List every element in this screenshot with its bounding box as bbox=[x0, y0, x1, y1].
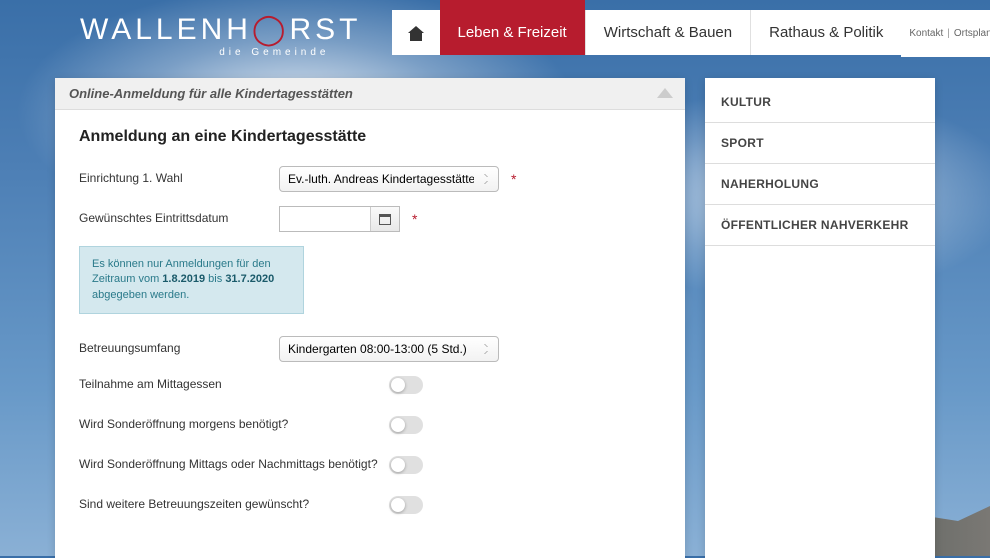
form-body: Anmeldung an eine Kindertagesstätte Einr… bbox=[55, 110, 685, 546]
label-lunch: Teilnahme am Mittagessen bbox=[79, 377, 389, 393]
logo-subtitle: die Gemeinde bbox=[80, 47, 362, 58]
separator: | bbox=[947, 28, 950, 39]
toggle-afternoon[interactable] bbox=[389, 456, 423, 474]
content-container: Online-Anmeldung für alle Kindertagesstä… bbox=[55, 78, 935, 558]
home-icon bbox=[408, 25, 424, 41]
top-links: Kontakt | Ortsplan | Sprache bbox=[901, 10, 990, 57]
select-scope[interactable]: Kindergarten 08:00-13:00 (5 Std.) bbox=[279, 336, 499, 362]
link-ortsplan[interactable]: Ortsplan bbox=[954, 28, 990, 39]
label-morning: Wird Sonderöffnung morgens benötigt? bbox=[79, 417, 389, 433]
site-header: WALLENH◯RST die Gemeinde Leben & Freizei… bbox=[0, 0, 990, 58]
toggle-additional[interactable] bbox=[389, 496, 423, 514]
row-morning: Wird Sonderöffnung morgens benötigt? bbox=[79, 416, 661, 434]
logo-brand: WALLENH◯RST bbox=[80, 15, 362, 45]
info-box: Es können nur Anmeldungen für den Zeitra… bbox=[79, 246, 304, 314]
link-kontakt[interactable]: Kontakt bbox=[909, 28, 943, 39]
calendar-icon bbox=[379, 214, 391, 225]
row-facility: Einrichtung 1. Wahl Ev.-luth. Andreas Ki… bbox=[79, 166, 661, 192]
required-icon: * bbox=[412, 211, 417, 227]
info-text: bis bbox=[205, 273, 225, 285]
sidebar-item-naherholung[interactable]: NAHERHOLUNG bbox=[705, 164, 935, 205]
label-scope: Betreuungsumfang bbox=[79, 341, 279, 357]
select-facility[interactable]: Ev.-luth. Andreas Kindertagesstätte bbox=[279, 166, 499, 192]
primary-nav: Leben & Freizeit Wirtschaft & Bauen Rath… bbox=[392, 10, 902, 55]
sidebar-item-nahverkehr[interactable]: ÖFFENTLICHER NAHVERKEHR bbox=[705, 205, 935, 246]
label-date: Gewünschtes Eintrittsdatum bbox=[79, 211, 279, 227]
collapse-icon[interactable] bbox=[657, 88, 673, 98]
row-date: Gewünschtes Eintrittsdatum * bbox=[79, 206, 661, 232]
toggle-morning[interactable] bbox=[389, 416, 423, 434]
nav-wrap: Leben & Freizeit Wirtschaft & Bauen Rath… bbox=[392, 10, 990, 57]
main-panel: Online-Anmeldung für alle Kindertagesstä… bbox=[55, 78, 685, 558]
label-afternoon: Wird Sonderöffnung Mittags oder Nachmitt… bbox=[79, 457, 389, 473]
nav-wirtschaft-bauen[interactable]: Wirtschaft & Bauen bbox=[585, 10, 750, 55]
row-afternoon: Wird Sonderöffnung Mittags oder Nachmitt… bbox=[79, 456, 661, 474]
form-title: Anmeldung an eine Kindertagesstätte bbox=[79, 128, 661, 146]
nav-rathaus-politik[interactable]: Rathaus & Politik bbox=[750, 10, 901, 55]
logo[interactable]: WALLENH◯RST die Gemeinde bbox=[80, 10, 362, 58]
info-date-to: 31.7.2020 bbox=[225, 273, 274, 285]
toggle-lunch[interactable] bbox=[389, 376, 423, 394]
label-facility: Einrichtung 1. Wahl bbox=[79, 171, 279, 187]
sidebar-item-kultur[interactable]: KULTUR bbox=[705, 82, 935, 123]
info-text: abgegeben werden. bbox=[92, 289, 189, 301]
panel-header[interactable]: Online-Anmeldung für alle Kindertagesstä… bbox=[55, 78, 685, 110]
required-icon: * bbox=[511, 171, 516, 187]
info-date-from: 1.8.2019 bbox=[162, 273, 205, 285]
nav-leben-freizeit[interactable]: Leben & Freizeit bbox=[440, 0, 585, 55]
button-datepicker[interactable] bbox=[370, 207, 399, 231]
row-lunch: Teilnahme am Mittagessen bbox=[79, 376, 661, 394]
sidebar-item-sport[interactable]: SPORT bbox=[705, 123, 935, 164]
input-date[interactable] bbox=[280, 207, 370, 231]
nav-home[interactable] bbox=[392, 10, 440, 55]
panel-title: Online-Anmeldung für alle Kindertagesstä… bbox=[69, 86, 353, 101]
row-additional: Sind weitere Betreuungszeiten gewünscht? bbox=[79, 496, 661, 514]
sidebar: KULTUR SPORT NAHERHOLUNG ÖFFENTLICHER NA… bbox=[705, 78, 935, 558]
row-scope: Betreuungsumfang Kindergarten 08:00-13:0… bbox=[79, 336, 661, 362]
label-additional: Sind weitere Betreuungszeiten gewünscht? bbox=[79, 497, 389, 513]
